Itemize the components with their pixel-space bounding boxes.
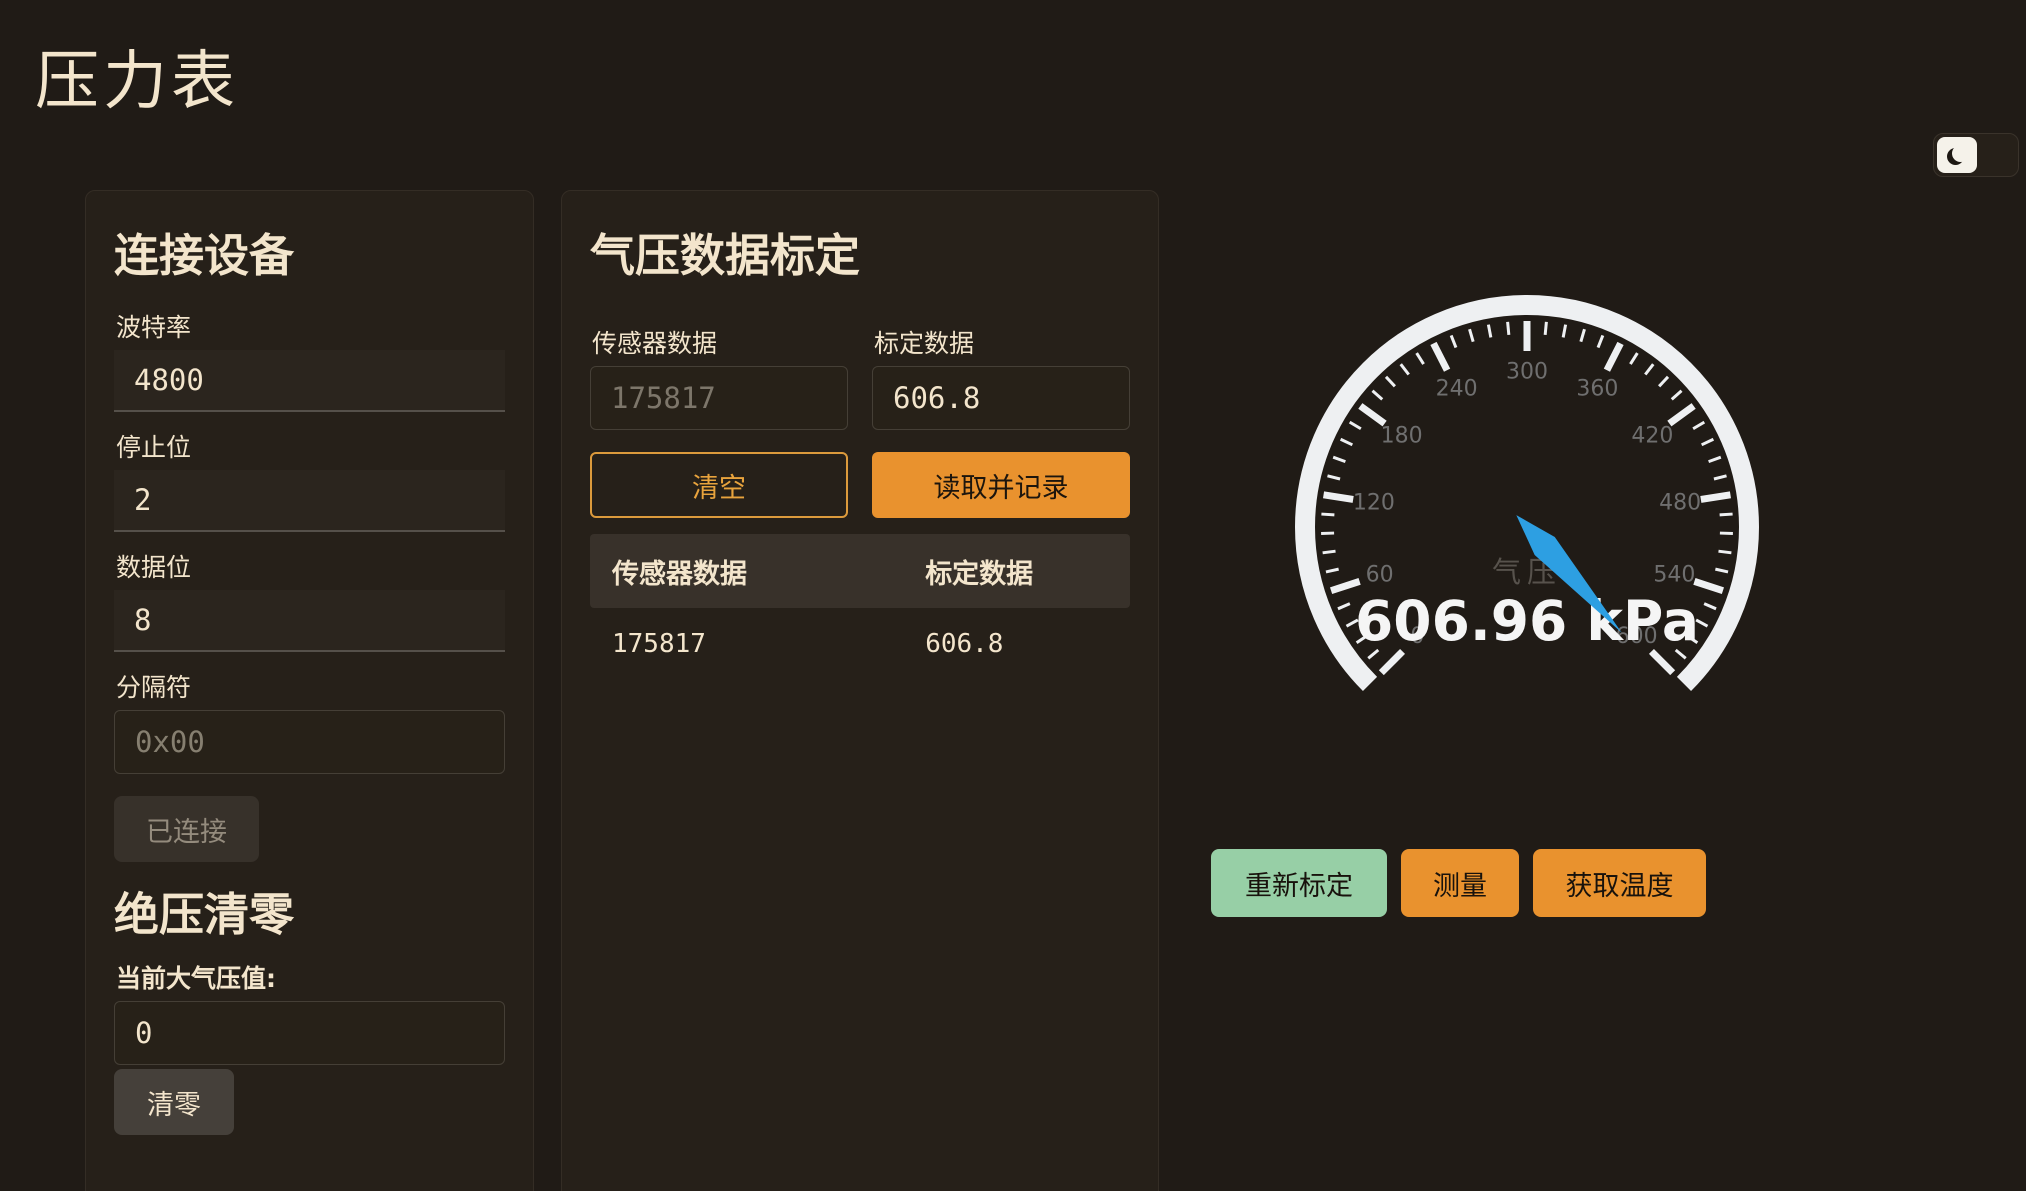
svg-text:606.96 kPa: 606.96 kPa (1355, 589, 1699, 653)
theme-toggle[interactable] (1933, 133, 2019, 177)
baud-rate-input[interactable] (114, 350, 505, 412)
data-bits-label: 数据位 (116, 548, 505, 584)
svg-text:540: 540 (1653, 562, 1695, 587)
pressure-gauge-svg: 060120180240300360420480540600气压606.96 k… (1292, 292, 1762, 762)
separator-label: 分隔符 (116, 668, 505, 704)
calibration-table: 传感器数据 标定数据 175817 606.8 (590, 534, 1130, 680)
measure-button[interactable]: 测量 (1401, 849, 1519, 917)
sensor-data-label: 传感器数据 (592, 324, 848, 360)
calibration-panel-title: 气压数据标定 (590, 219, 1130, 284)
calibration-table-header: 传感器数据 标定数据 (590, 534, 1130, 608)
svg-text:120: 120 (1353, 490, 1395, 515)
page-title: 压力表 (35, 30, 239, 122)
connect-device-panel: 连接设备 波特率 停止位 数据位 分隔符 已连接 绝压清零 当前大气压值: 清零 (85, 190, 534, 1191)
moon-icon (1952, 145, 1969, 162)
gauge-actions: 重新标定 测量 获取温度 (1211, 849, 1706, 917)
baud-rate-label: 波特率 (116, 308, 505, 344)
recalibrate-button[interactable]: 重新标定 (1211, 849, 1387, 917)
pressure-gauge-app: 压力表 连接设备 波特率 停止位 数据位 分隔符 已连接 绝压清零 当前大气压值… (0, 0, 2026, 1191)
table-row: 175817 606.8 (590, 608, 1130, 680)
stop-bits-input[interactable] (114, 470, 505, 532)
data-bits-input[interactable] (114, 590, 505, 652)
sensor-data-input[interactable] (590, 366, 848, 430)
svg-text:300: 300 (1506, 360, 1548, 385)
svg-text:420: 420 (1631, 423, 1673, 448)
theme-toggle-knob (1937, 137, 1977, 173)
svg-text:360: 360 (1576, 376, 1618, 401)
zero-button[interactable]: 清零 (114, 1069, 234, 1135)
calib-data-label: 标定数据 (874, 324, 1130, 360)
separator-input[interactable] (114, 710, 505, 774)
calib-data-input[interactable] (872, 366, 1130, 430)
get-temperature-button[interactable]: 获取温度 (1533, 849, 1706, 917)
pressure-gauge: 060120180240300360420480540600气压606.96 k… (1292, 292, 1762, 762)
svg-text:60: 60 (1366, 562, 1394, 587)
table-cell-calib: 606.8 (903, 629, 1130, 659)
clear-button[interactable]: 清空 (590, 452, 848, 518)
table-cell-sensor: 175817 (590, 629, 903, 659)
current-pressure-label: 当前大气压值: (116, 959, 505, 995)
connected-button[interactable]: 已连接 (114, 796, 259, 862)
svg-text:480: 480 (1659, 490, 1701, 515)
connect-panel-title: 连接设备 (114, 219, 505, 284)
svg-text:240: 240 (1436, 376, 1478, 401)
calibration-panel: 气压数据标定 传感器数据 标定数据 清空 读取并记录 传感器数据 标定数据 17… (561, 190, 1159, 1191)
read-and-record-button[interactable]: 读取并记录 (872, 452, 1130, 518)
current-pressure-input[interactable] (114, 1001, 505, 1065)
stop-bits-label: 停止位 (116, 428, 505, 464)
svg-text:180: 180 (1381, 423, 1423, 448)
table-header-calib: 标定数据 (903, 552, 1130, 591)
table-header-sensor: 传感器数据 (590, 552, 903, 591)
absolute-zero-title: 绝压清零 (114, 878, 505, 943)
